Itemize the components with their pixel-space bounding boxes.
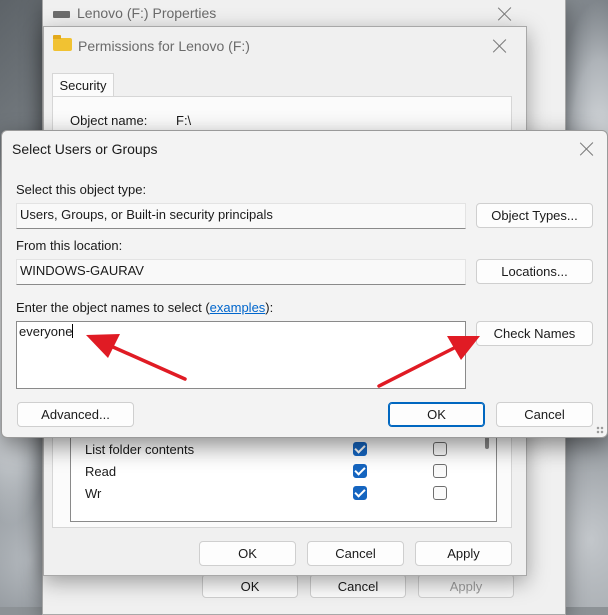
- resize-grip[interactable]: [596, 426, 604, 434]
- allow-checkbox[interactable]: [353, 442, 367, 456]
- permission-row: List folder contents: [71, 438, 481, 460]
- text-cursor: [72, 324, 74, 338]
- object-name-label: Object name:: [70, 113, 148, 128]
- permission-name: Wr: [85, 486, 102, 501]
- folder-icon: [53, 38, 72, 51]
- deny-checkbox[interactable]: [433, 464, 447, 478]
- object-names-text: everyone: [19, 324, 73, 339]
- object-type-label: Select this object type:: [16, 182, 147, 197]
- permission-name: Read: [85, 464, 117, 479]
- object-names-label-prefix: Enter the object names to select (: [16, 300, 210, 315]
- permission-row: Read: [71, 460, 481, 482]
- properties-title: Lenovo (F:) Properties: [77, 5, 217, 21]
- advanced-button[interactable]: Advanced...: [17, 402, 134, 427]
- permission-row: Wr: [71, 482, 481, 504]
- permissions-title: Permissions for Lenovo (F:): [78, 38, 250, 54]
- object-types-button[interactable]: Object Types...: [476, 203, 593, 228]
- properties-titlebar: Lenovo (F:) Properties: [43, 0, 565, 29]
- permissions-ok-button[interactable]: OK: [199, 541, 296, 566]
- permission-name: List folder contents: [85, 442, 195, 457]
- check-names-button[interactable]: Check Names: [476, 321, 593, 346]
- dialog-title: Select Users or Groups: [12, 141, 158, 157]
- permissions-cancel-button[interactable]: Cancel: [307, 541, 404, 566]
- object-names-label: Enter the object names to select (exampl…: [16, 300, 273, 315]
- object-names-label-suffix: ):: [265, 300, 274, 315]
- permissions-titlebar: Permissions for Lenovo (F:): [44, 27, 526, 57]
- permissions-list: List folder contents Read Wr: [70, 428, 497, 522]
- deny-checkbox[interactable]: [433, 486, 447, 500]
- tab-security-label: Security: [59, 78, 107, 93]
- tab-security[interactable]: Security: [52, 73, 114, 97]
- object-name-value: F:\: [176, 113, 192, 128]
- close-icon[interactable]: [492, 38, 508, 54]
- cancel-button[interactable]: Cancel: [496, 402, 593, 427]
- properties-apply-button[interactable]: Apply: [418, 574, 514, 598]
- drive-icon: [53, 11, 70, 18]
- folder-tab: [53, 35, 61, 39]
- deny-checkbox[interactable]: [433, 442, 447, 456]
- properties-cancel-button[interactable]: Cancel: [310, 574, 406, 598]
- locations-button[interactable]: Locations...: [476, 259, 593, 284]
- properties-ok-button[interactable]: OK: [202, 574, 298, 598]
- object-names-input[interactable]: everyone: [16, 321, 466, 389]
- examples-link[interactable]: examples: [210, 300, 266, 315]
- close-icon[interactable]: [579, 141, 595, 157]
- close-icon[interactable]: [497, 6, 513, 22]
- location-field: WINDOWS-GAURAV: [16, 259, 466, 285]
- allow-checkbox[interactable]: [353, 486, 367, 500]
- location-label: From this location:: [16, 238, 123, 253]
- allow-checkbox[interactable]: [353, 464, 367, 478]
- ok-button[interactable]: OK: [388, 402, 485, 427]
- object-type-field: Users, Groups, or Built-in security prin…: [16, 203, 466, 229]
- select-users-dialog: Select Users or Groups Select this objec…: [1, 130, 608, 438]
- permissions-apply-button[interactable]: Apply: [415, 541, 512, 566]
